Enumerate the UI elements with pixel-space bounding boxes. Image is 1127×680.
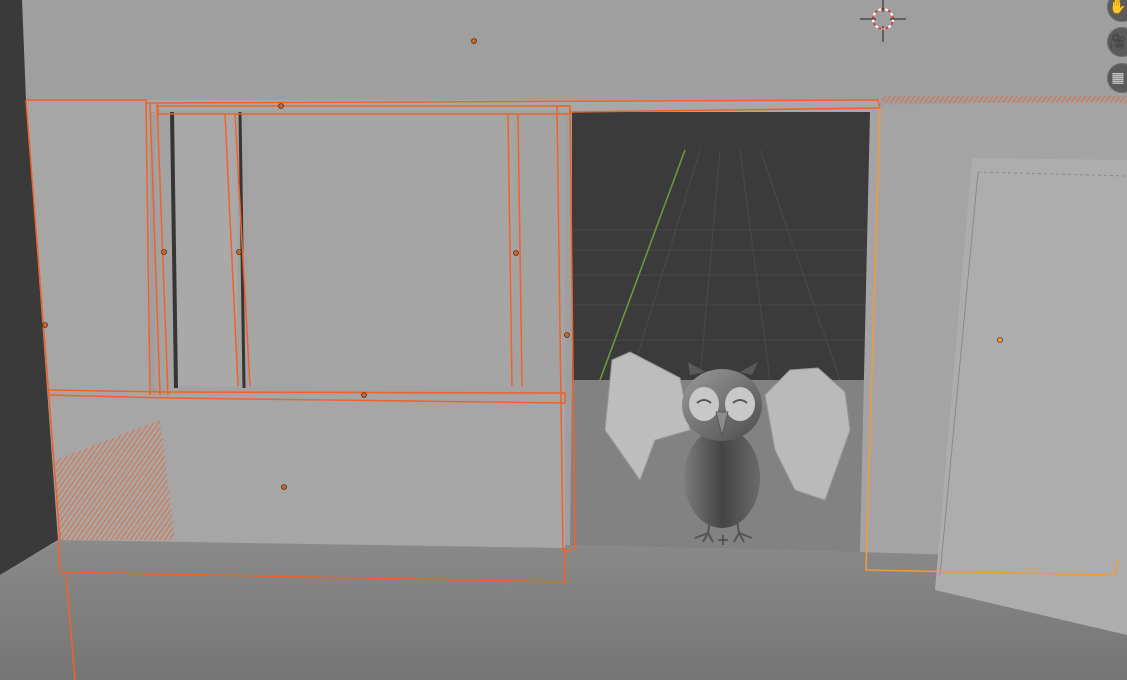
camera-view-glyph: 🎥 [1109,34,1127,50]
origin-frame-right [513,250,519,256]
origin-frame-mid [236,249,242,255]
origin-ceiling [471,38,477,44]
viewport-scene[interactable] [0,0,1127,680]
owl-body [684,428,760,528]
owl-face-right [725,387,755,421]
origin-sill [361,392,367,398]
owl-face-left [689,387,719,421]
origin-wall-left [42,322,48,328]
hatched-selection-top [882,96,1127,103]
grid-ortho-glyph: ▦ [1111,70,1125,86]
origin-wall-right [997,337,1003,343]
window-pane-main[interactable] [248,114,513,386]
hand-pan-glyph: ✋ [1109,0,1127,15]
origin-wall-lower [281,484,287,490]
origin-beam [278,103,284,109]
origin-door-jamb [564,332,570,338]
origin-frame-left [161,249,167,255]
3d-viewport[interactable]: ✋ 🎥 ▦ [0,0,1127,680]
